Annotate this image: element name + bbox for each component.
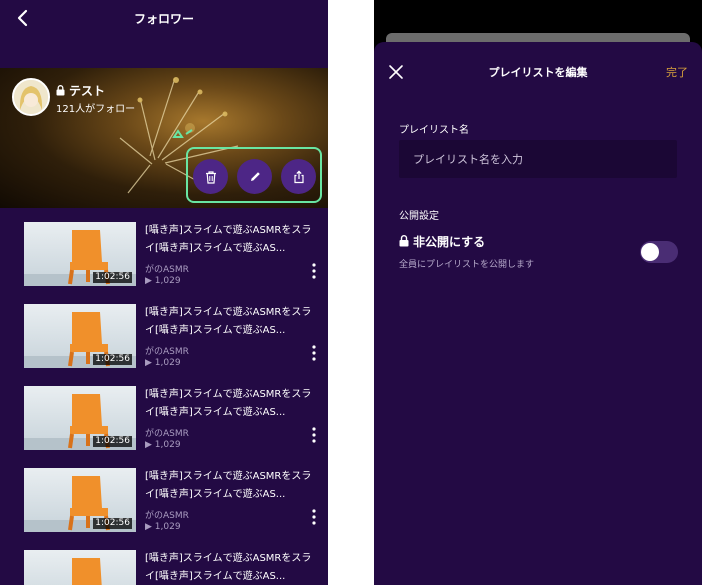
video-thumbnail[interactable]: 1:02:56 <box>24 304 136 368</box>
list-item[interactable]: 1:02:56 [囁き声]スライムで遊ぶASMRをスライ[囁き声]スライムで遊ぶ… <box>24 468 324 532</box>
playlist-name-input[interactable] <box>399 140 677 178</box>
channel-name: がのASMR <box>145 265 189 275</box>
view-count: ▶ 1,029 <box>145 358 181 368</box>
video-duration: 1:02:56 <box>93 354 132 365</box>
video-thumbnail[interactable]: 1:02:56 <box>24 386 136 450</box>
page-title: フォロワー <box>133 12 194 26</box>
visibility-section-label: 公開設定 <box>399 211 439 222</box>
lock-icon <box>399 235 409 247</box>
video-duration: 1:02:56 <box>93 436 132 447</box>
follower-count: 121人がフォロー <box>56 104 136 115</box>
list-item[interactable]: [囁き声]スライムで遊ぶASMRをスライ[囁き声]スライムで遊ぶAS... <box>24 550 324 585</box>
channel-name: がのASMR <box>145 511 189 521</box>
list-item[interactable]: 1:02:56 [囁き声]スライムで遊ぶASMRをスライ[囁き声]スライムで遊ぶ… <box>24 386 324 450</box>
avatar-illustration <box>14 80 48 114</box>
view-count: ▶ 1,029 <box>145 440 181 450</box>
private-toggle[interactable] <box>640 241 678 263</box>
more-options-icon[interactable] <box>308 344 320 362</box>
more-options-icon[interactable] <box>308 508 320 526</box>
list-item[interactable]: 1:02:56 [囁き声]スライムで遊ぶASMRをスライ[囁き声]スライムで遊ぶ… <box>24 304 324 368</box>
playlist-name-label: プレイリスト名 <box>399 125 469 136</box>
play-icon: ▶ <box>145 276 155 286</box>
share-button[interactable] <box>281 159 316 194</box>
view-count-value: 1,029 <box>154 358 181 368</box>
channel-name: がのASMR <box>145 429 189 439</box>
video-title[interactable]: [囁き声]スライムで遊ぶASMRをスライ[囁き声]スライムで遊ぶAS... <box>145 550 317 585</box>
followers-screen: フォロワー テスト 121人がフォロー 1:02:56 [囁き声]スライムで遊ぶ… <box>0 0 328 585</box>
view-count: ▶ 1,029 <box>145 522 181 532</box>
header: フォロワー <box>0 0 328 36</box>
play-icon: ▶ <box>145 522 155 532</box>
play-icon: ▶ <box>145 440 155 450</box>
private-option: 非公開にする <box>399 233 485 250</box>
video-thumbnail[interactable] <box>24 550 136 585</box>
video-title[interactable]: [囁き声]スライムで遊ぶASMRをスライ[囁き声]スライムで遊ぶAS... <box>145 304 317 340</box>
view-count-value: 1,029 <box>154 522 181 532</box>
play-icon: ▶ <box>145 358 155 368</box>
chair-image <box>72 558 102 585</box>
edit-playlist-sheet: プレイリストを編集 完了 プレイリスト名 公開設定 非公開にする 全員にプレイリ… <box>374 42 702 585</box>
video-title[interactable]: [囁き声]スライムで遊ぶASMRをスライ[囁き声]スライムで遊ぶAS... <box>145 468 317 504</box>
edit-playlist-screen: プレイリストを編集 完了 プレイリスト名 公開設定 非公開にする 全員にプレイリ… <box>374 0 702 585</box>
avatar[interactable] <box>12 78 50 116</box>
playlist-name: テスト <box>56 82 105 99</box>
view-count: ▶ 1,029 <box>145 276 181 286</box>
list-item[interactable]: 1:02:56 [囁き声]スライムで遊ぶASMRをスライ[囁き声]スライムで遊ぶ… <box>24 222 324 286</box>
video-thumbnail[interactable]: 1:02:56 <box>24 222 136 286</box>
video-duration: 1:02:56 <box>93 518 132 529</box>
view-count-value: 1,029 <box>154 440 181 450</box>
lock-icon <box>56 85 65 96</box>
video-title[interactable]: [囁き声]スライムで遊ぶASMRをスライ[囁き声]スライムで遊ぶAS... <box>145 386 317 422</box>
sheet-title: プレイリストを編集 <box>488 66 588 79</box>
video-title[interactable]: [囁き声]スライムで遊ぶASMRをスライ[囁き声]スライムで遊ぶAS... <box>145 222 317 258</box>
more-options-icon[interactable] <box>308 426 320 444</box>
toggle-knob[interactable] <box>641 243 659 261</box>
channel-name: がのASMR <box>145 347 189 357</box>
video-duration: 1:02:56 <box>93 272 132 283</box>
edit-button[interactable] <box>237 159 272 194</box>
playlist-name-text: テスト <box>69 84 106 98</box>
share-icon <box>293 170 304 183</box>
delete-button[interactable] <box>193 159 228 194</box>
view-count-value: 1,029 <box>154 276 181 286</box>
pencil-icon <box>250 171 260 181</box>
video-thumbnail[interactable]: 1:02:56 <box>24 468 136 532</box>
private-option-label: 非公開にする <box>413 235 486 249</box>
trash-icon <box>205 170 216 184</box>
private-option-description: 全員にプレイリストを公開します <box>399 260 535 270</box>
more-options-icon[interactable] <box>308 262 320 280</box>
done-button[interactable]: 完了 <box>666 64 688 80</box>
